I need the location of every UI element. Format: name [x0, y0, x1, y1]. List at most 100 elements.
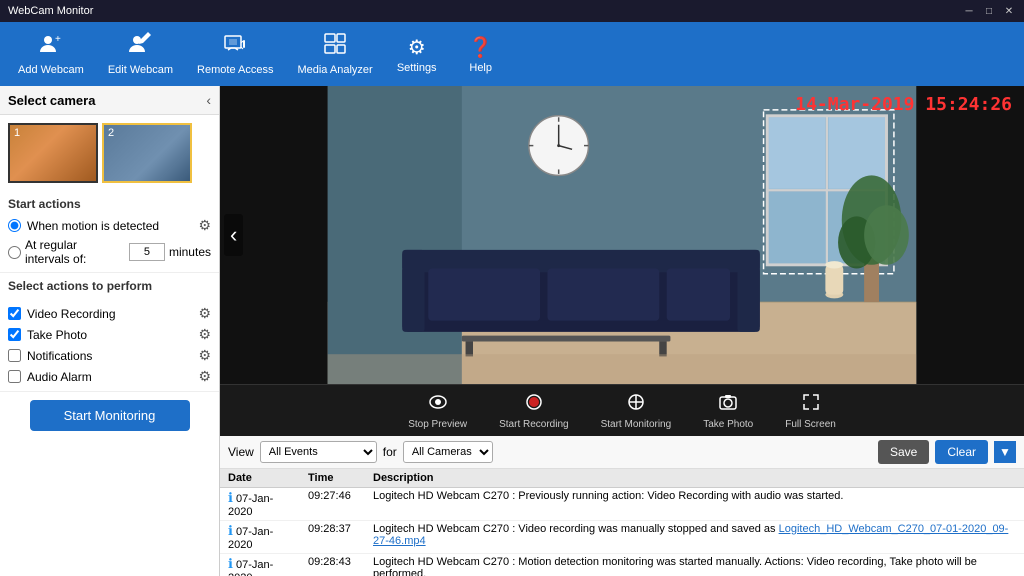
interval-option: At regular intervals of: minutes — [8, 238, 211, 266]
remote-access-icon — [223, 32, 247, 62]
edit-webcam-icon — [128, 32, 152, 62]
video-recording-checkbox[interactable] — [8, 307, 21, 320]
help-label: Help — [469, 62, 492, 74]
video-recording-label: Video Recording — [27, 307, 192, 321]
take-photo-control[interactable]: Take Photo — [703, 392, 753, 430]
log-cell-description: Logitech HD Webcam C270 : Video recordin… — [365, 521, 1024, 554]
view-select[interactable]: All Events Motion Events Recording Event… — [260, 441, 377, 463]
log-toolbar: View All Events Motion Events Recording … — [220, 436, 1024, 469]
for-select[interactable]: All Cameras Camera 1 Camera 2 — [403, 441, 493, 463]
start-monitoring-label: Start Monitoring — [601, 419, 672, 430]
notifications-gear[interactable]: ⚙ — [198, 347, 211, 364]
log-cell-date: ℹ 07-Jan-2020 — [220, 554, 300, 576]
stop-preview-label: Stop Preview — [408, 419, 467, 430]
toolbar-remote-access[interactable]: Remote Access — [187, 28, 283, 80]
camera-scene-svg — [220, 86, 1024, 384]
media-analyzer-icon — [323, 32, 347, 62]
start-actions-radio-group: When motion is detected ⚙ At regular int… — [8, 217, 211, 266]
notifications-label: Notifications — [27, 349, 192, 363]
log-link[interactable]: Logitech_HD_Webcam_C270_07-01-2020_09-27… — [373, 523, 1008, 547]
log-table-row: ℹ 07-Jan-202009:27:46Logitech HD Webcam … — [220, 488, 1024, 521]
camera-2-label: 2 — [108, 127, 114, 139]
log-cell-time: 09:28:43 — [300, 554, 365, 576]
audio-alarm-item: Audio Alarm ⚙ — [8, 368, 211, 385]
log-area: View All Events Motion Events Recording … — [220, 436, 1024, 576]
motion-detection-option: When motion is detected ⚙ — [8, 217, 211, 234]
camera-controls-bar: Stop Preview Start Recording — [220, 384, 1024, 436]
full-screen-label: Full Screen — [785, 419, 836, 430]
interval-radio[interactable] — [8, 246, 21, 259]
audio-alarm-label: Audio Alarm — [27, 370, 192, 384]
close-button[interactable]: ✕ — [1002, 4, 1016, 18]
maximize-button[interactable]: □ — [982, 4, 996, 18]
take-photo-icon — [718, 392, 738, 417]
sidebar-collapse-button[interactable]: ‹ — [206, 92, 211, 108]
toolbar-help[interactable]: ❓ Help — [451, 31, 511, 78]
minimize-button[interactable]: ─ — [962, 4, 976, 18]
log-table-header: Date Time Description — [220, 469, 1024, 488]
main-layout: Select camera ‹ 1 2 Start actions When m… — [0, 86, 1024, 576]
notifications-checkbox[interactable] — [8, 349, 21, 362]
camera-thumb-1[interactable]: 1 — [8, 123, 98, 183]
content-area: 14-Mar-2019 15:24:26 ‹ Stop Preview — [220, 86, 1024, 576]
toolbar-edit-webcam[interactable]: Edit Webcam — [98, 28, 183, 80]
remote-access-label: Remote Access — [197, 64, 273, 76]
motion-detection-gear[interactable]: ⚙ — [198, 217, 211, 234]
take-photo-gear[interactable]: ⚙ — [198, 326, 211, 343]
toolbar: + Add Webcam Edit Webcam Remote Access — [0, 22, 1024, 86]
sidebar: Select camera ‹ 1 2 Start actions When m… — [0, 86, 220, 576]
settings-icon: ⚙ — [408, 35, 426, 60]
camera-grid: 1 2 — [0, 115, 219, 191]
take-photo-item: Take Photo ⚙ — [8, 326, 211, 343]
action-items-list: Video Recording ⚙ Take Photo ⚙ Notificat… — [8, 305, 211, 385]
take-photo-checkbox[interactable] — [8, 328, 21, 341]
add-webcam-label: Add Webcam — [18, 64, 84, 76]
start-monitoring-icon — [626, 392, 646, 417]
log-table-row: ℹ 07-Jan-202009:28:37Logitech HD Webcam … — [220, 521, 1024, 554]
toolbar-add-webcam[interactable]: + Add Webcam — [8, 28, 94, 80]
camera-2-preview — [104, 125, 190, 181]
media-analyzer-label: Media Analyzer — [297, 64, 372, 76]
view-label: View — [228, 445, 254, 459]
camera-1-preview — [10, 125, 96, 181]
col-header-date: Date — [220, 469, 300, 488]
log-cell-description: Logitech HD Webcam C270 : Previously run… — [365, 488, 1024, 521]
video-recording-gear[interactable]: ⚙ — [198, 305, 211, 322]
log-table: Date Time Description ℹ 07-Jan-202009:27… — [220, 469, 1024, 576]
full-screen-control[interactable]: Full Screen — [785, 392, 836, 430]
start-monitoring-button[interactable]: Start Monitoring — [30, 400, 190, 431]
notifications-item: Notifications ⚙ — [8, 347, 211, 364]
stop-preview-control[interactable]: Stop Preview — [408, 392, 467, 430]
titlebar-title: WebCam Monitor — [8, 5, 962, 17]
audio-alarm-gear[interactable]: ⚙ — [198, 368, 211, 385]
col-header-description: Description — [365, 469, 1024, 488]
stop-preview-icon — [428, 392, 448, 417]
log-header-row: Date Time Description — [220, 469, 1024, 488]
svg-text:+: + — [55, 34, 61, 45]
log-table-wrapper: Date Time Description ℹ 07-Jan-202009:27… — [220, 469, 1024, 576]
clear-log-button[interactable]: Clear — [935, 440, 988, 464]
toolbar-settings[interactable]: ⚙ Settings — [387, 31, 447, 78]
camera-thumb-2[interactable]: 2 — [102, 123, 192, 183]
camera-1-label: 1 — [14, 127, 20, 139]
motion-detection-radio[interactable] — [8, 219, 21, 232]
toolbar-media-analyzer[interactable]: Media Analyzer — [287, 28, 382, 80]
help-icon: ❓ — [468, 35, 493, 60]
start-recording-icon — [524, 392, 544, 417]
settings-label: Settings — [397, 62, 437, 74]
log-cell-time: 09:28:37 — [300, 521, 365, 554]
start-monitoring-control[interactable]: Start Monitoring — [601, 392, 672, 430]
start-actions-title: Start actions — [8, 197, 211, 211]
audio-alarm-checkbox[interactable] — [8, 370, 21, 383]
start-recording-label: Start Recording — [499, 419, 568, 430]
log-expand-button[interactable]: ▼ — [994, 441, 1016, 463]
col-header-time: Time — [300, 469, 365, 488]
interval-spinbox[interactable] — [129, 243, 165, 261]
camera-view: 14-Mar-2019 15:24:26 ‹ — [220, 86, 1024, 384]
select-actions-title: Select actions to perform — [8, 279, 152, 293]
edit-webcam-label: Edit Webcam — [108, 64, 173, 76]
start-recording-control[interactable]: Start Recording — [499, 392, 568, 430]
save-log-button[interactable]: Save — [878, 440, 929, 464]
camera-nav-left[interactable]: ‹ — [224, 214, 243, 256]
titlebar-controls: ─ □ ✕ — [962, 4, 1016, 18]
